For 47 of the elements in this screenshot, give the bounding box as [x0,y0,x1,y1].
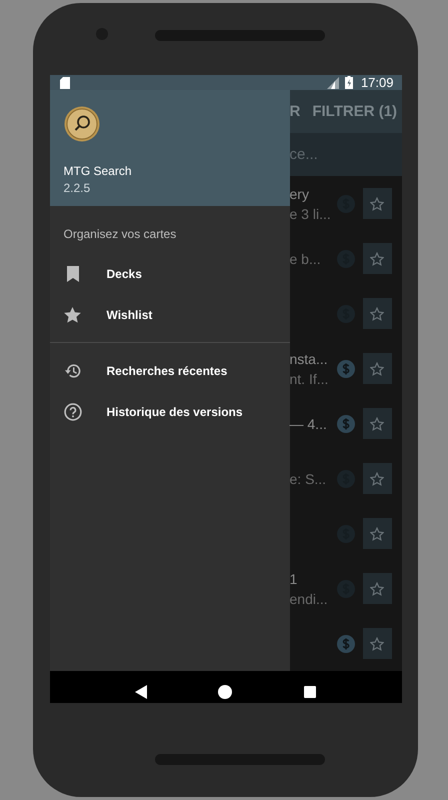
star-outline-icon [370,252,384,266]
star-icon [64,306,81,322]
favorite-button[interactable] [362,188,392,219]
card-text: e: S... [290,470,328,486]
star-outline-icon [370,526,384,540]
card-text: e 3 li... [290,206,332,222]
star-outline-icon [370,636,384,650]
magnifier-logo-icon [64,106,100,142]
star-outline-icon [370,362,384,376]
star-outline-icon [370,196,384,210]
app-name: MTG Search [64,164,133,178]
favorite-button[interactable] [362,408,392,439]
favorite-button[interactable] [362,463,392,494]
bookmark-icon [66,266,78,282]
card-title: nsta... [290,350,329,366]
favorite-button[interactable] [362,353,392,384]
star-outline-icon [370,306,384,320]
help-icon [64,402,82,420]
drawer-item[interactable]: Recherches récentes [50,350,290,391]
sd-card-icon [60,76,70,88]
favorite-button[interactable] [362,628,392,659]
star-outline-icon [370,472,384,486]
star-outline-icon [370,582,384,596]
back-icon[interactable] [135,684,148,698]
clock-time: 17:09 [360,75,394,90]
history-icon [64,362,82,378]
card-text: nt. If... [290,370,330,386]
favorite-button[interactable] [362,573,392,604]
app-version: 2.2.5 [64,181,92,195]
card-title: 1 [290,570,298,586]
card-title: ery [290,186,310,202]
favorite-button[interactable] [362,243,392,274]
section-title: Organisez vos cartes [64,227,178,241]
signal-icon [324,76,339,88]
search-input[interactable]: ce... [290,146,402,163]
home-icon[interactable] [218,684,232,698]
star-outline-icon [370,416,384,430]
drawer-item[interactable]: Decks [50,253,290,294]
recents-icon[interactable] [304,686,316,698]
drawer-item[interactable]: Wishlist [50,294,290,335]
card-text: endi... [290,590,329,606]
card-title: — 4... [290,416,328,432]
drawer-item[interactable]: Historique des versions [50,391,290,432]
favorite-button[interactable] [362,518,392,549]
search-field[interactable]: ce... [290,133,402,176]
card-text: e b... [290,250,322,266]
favorite-button[interactable] [362,298,392,329]
